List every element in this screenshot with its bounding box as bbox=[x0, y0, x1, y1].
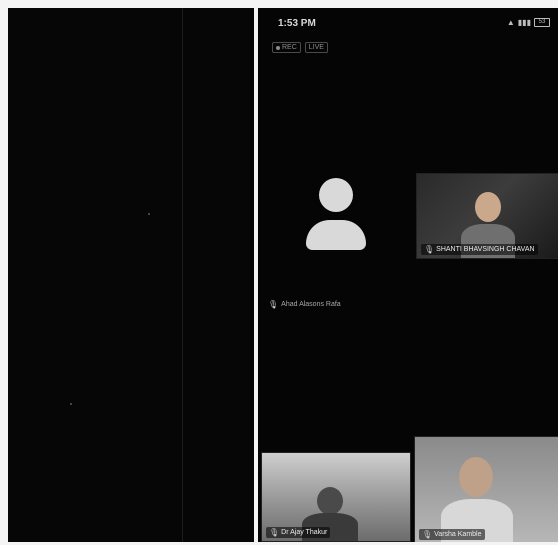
meeting-badges: REC LIVE bbox=[272, 42, 328, 53]
status-time: 1:53 PM bbox=[278, 18, 316, 29]
participant-name-label: 🎙 Varsha Kamble bbox=[419, 529, 485, 540]
signal-icon: ▮▮▮ bbox=[517, 18, 531, 27]
live-badge[interactable]: LIVE bbox=[304, 42, 328, 53]
participant-head bbox=[317, 487, 343, 515]
screenshot-frame: 1:53 PM ▲ ▮▮▮ 53 REC LIVE 🎙 Ahad Alasons… bbox=[0, 0, 558, 545]
battery-icon: 53 bbox=[534, 18, 550, 27]
participant-name-label: 🎙 SHANTI BHAVSINGH CHAVAN bbox=[421, 244, 538, 255]
mic-icon: 🎙 bbox=[424, 245, 435, 254]
participant-tile[interactable]: 🎙 SHANTI BHAVSINGH CHAVAN bbox=[416, 173, 558, 259]
participant-tile[interactable]: 🎙 Varsha Kamble bbox=[414, 436, 558, 542]
participant-tile[interactable]: 🎙 Dr Ajay Thakur bbox=[261, 452, 411, 542]
self-name-label: 🎙 Ahad Alasons Rafa bbox=[268, 300, 341, 309]
record-dot-icon bbox=[276, 45, 280, 50]
wifi-icon: ▲ bbox=[506, 18, 515, 27]
rec-badge[interactable]: REC bbox=[272, 42, 301, 53]
panel-divider bbox=[182, 8, 183, 542]
noise-dot bbox=[148, 213, 150, 215]
live-label: LIVE bbox=[308, 44, 324, 51]
left-screen-panel bbox=[8, 8, 254, 542]
avatar-body bbox=[306, 220, 366, 250]
participant-head bbox=[459, 457, 493, 497]
participant-name: Dr Ajay Thakur bbox=[281, 529, 328, 536]
status-icons: ▲ ▮▮▮ 53 bbox=[507, 18, 550, 27]
mic-icon: 🎙 bbox=[269, 528, 280, 537]
participant-name-label: 🎙 Dr Ajay Thakur bbox=[266, 527, 331, 538]
noise-dot bbox=[70, 403, 72, 405]
rec-label: REC bbox=[282, 44, 297, 51]
mic-icon: 🎙 bbox=[422, 530, 433, 539]
avatar-icon bbox=[303, 178, 369, 258]
avatar-head bbox=[319, 178, 353, 212]
participant-name: SHANTI BHAVSINGH CHAVAN bbox=[436, 246, 535, 253]
self-name: Ahad Alasons Rafa bbox=[281, 301, 341, 308]
video-call-screen: 1:53 PM ▲ ▮▮▮ 53 REC LIVE 🎙 Ahad Alasons… bbox=[258, 8, 558, 542]
mic-icon: 🎙 bbox=[268, 300, 279, 309]
participant-name: Varsha Kamble bbox=[434, 531, 482, 538]
participant-head bbox=[475, 192, 501, 222]
